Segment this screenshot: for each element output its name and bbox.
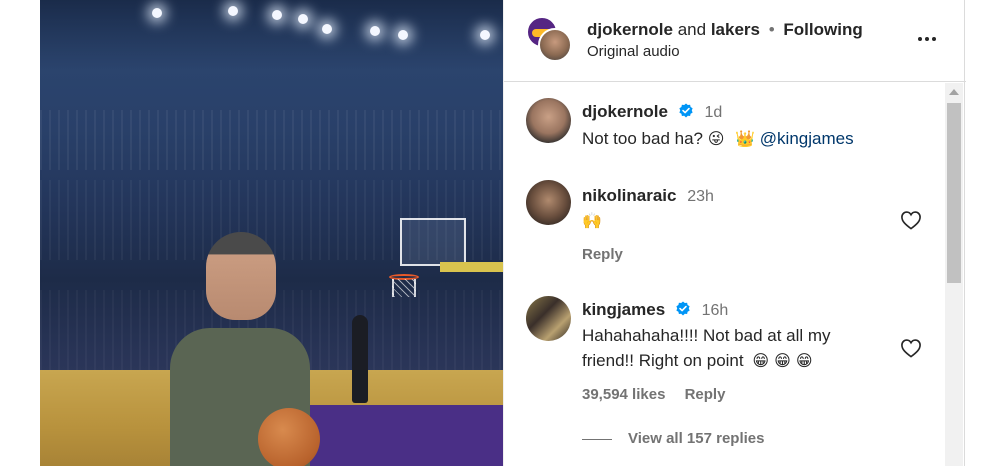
- backboard: [400, 218, 466, 266]
- scrollbar-thumb[interactable]: [947, 103, 961, 283]
- arena-light: [370, 26, 380, 36]
- comment-line-text: friend!! Right on point: [582, 351, 744, 370]
- scroll-up-arrow-icon[interactable]: [949, 89, 959, 95]
- comment-text: Hahahahaha!!!! Not bad at all my friend!…: [582, 323, 831, 373]
- arena-light: [228, 6, 238, 16]
- emoji: 😁 😁 😁: [752, 351, 813, 370]
- arena-light: [298, 14, 308, 24]
- video-player[interactable]: [40, 0, 503, 466]
- comment-username[interactable]: djokernole: [582, 102, 668, 121]
- mention-link[interactable]: @kingjames: [760, 129, 854, 148]
- header-username[interactable]: djokernole: [587, 20, 673, 39]
- view-replies-button[interactable]: View all 157 replies: [582, 430, 764, 447]
- comment-username[interactable]: kingjames: [582, 300, 665, 319]
- likes-count[interactable]: 39,594 likes: [582, 386, 665, 403]
- verified-badge-icon: [676, 301, 690, 316]
- comment-body: Not too bad ha?: [582, 129, 703, 148]
- following-button[interactable]: Following: [783, 20, 862, 39]
- player-head: [206, 232, 276, 320]
- reply-button[interactable]: Reply: [582, 246, 623, 263]
- scrollbar[interactable]: [945, 83, 963, 466]
- emoji: 😜: [707, 129, 725, 148]
- reply-button[interactable]: Reply: [685, 386, 726, 403]
- arena-light: [272, 10, 282, 20]
- comment-author: nikolinaraic 23h: [582, 186, 714, 206]
- avatar[interactable]: [526, 296, 571, 341]
- arena-light: [152, 8, 162, 18]
- header-and: and: [677, 20, 707, 39]
- arena-stands: [40, 110, 503, 170]
- avatar[interactable]: [526, 180, 571, 225]
- arena-light: [398, 30, 408, 40]
- heart-icon[interactable]: [900, 210, 922, 230]
- comment-author: kingjames 16h: [582, 300, 728, 320]
- comment-text: Not too bad ha? 😜 👑 @kingjames: [582, 126, 854, 151]
- comment-meta: 39,594 likes Reply: [582, 386, 725, 403]
- backboard-support: [440, 262, 503, 272]
- comment-text: 🙌: [582, 211, 602, 230]
- replies-dash: [582, 438, 612, 440]
- view-replies-label[interactable]: View all 157 replies: [628, 430, 764, 447]
- arena-light: [480, 30, 490, 40]
- heart-icon[interactable]: [900, 338, 922, 358]
- comments-panel: djokernole and lakers • Following Origin…: [503, 0, 966, 466]
- comment-time[interactable]: 16h: [702, 302, 729, 319]
- audio-link[interactable]: Original audio: [587, 43, 680, 60]
- header-collab-username[interactable]: lakers: [711, 20, 760, 39]
- avatar[interactable]: [526, 98, 571, 143]
- header-authors: djokernole and lakers • Following: [587, 20, 863, 40]
- comment-meta: Reply: [582, 246, 623, 263]
- comment-time[interactable]: 23h: [687, 188, 714, 205]
- comment-username[interactable]: nikolinaraic: [582, 186, 676, 205]
- header-separator: •: [768, 20, 775, 39]
- post-header: djokernole and lakers • Following Origin…: [504, 0, 966, 82]
- collab-avatars[interactable]: [526, 16, 572, 62]
- arena-light: [322, 24, 332, 34]
- comment-line: friend!! Right on point 😁 😁 😁: [582, 348, 831, 373]
- comment-author: djokernole 1d: [582, 102, 722, 122]
- basketball-net: [392, 279, 416, 297]
- crown-emoji: 👑: [735, 129, 756, 148]
- more-options-icon[interactable]: [916, 26, 938, 52]
- comment-time[interactable]: 1d: [704, 104, 722, 121]
- far-player: [352, 315, 368, 403]
- verified-badge-icon: [679, 103, 693, 118]
- basketball: [258, 408, 320, 466]
- djokernole-avatar[interactable]: [538, 28, 572, 62]
- arena-roof: [40, 0, 503, 70]
- comment-line: Hahahahaha!!!! Not bad at all my: [582, 326, 831, 345]
- reel-post-page: djokernole and lakers • Following Origin…: [0, 0, 983, 466]
